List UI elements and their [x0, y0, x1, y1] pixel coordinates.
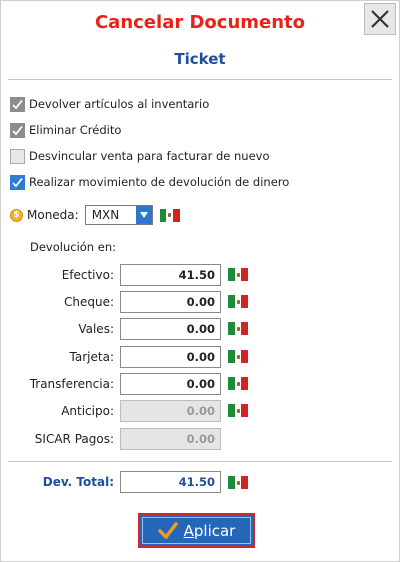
sicar-payments-input: 0.00 — [120, 428, 221, 450]
check-input[interactable]: 0.00 — [120, 291, 221, 313]
checkbox-unlink-sale[interactable] — [10, 148, 25, 164]
transfer-input[interactable]: 0.00 — [120, 373, 221, 395]
mexico-flag-icon — [228, 377, 248, 390]
checkbox-delete-credit[interactable] — [10, 122, 25, 138]
close-button[interactable] — [364, 3, 396, 35]
cash-input[interactable]: 41.50 — [120, 264, 221, 286]
checkmark-icon — [12, 125, 23, 135]
advance-label: Anticipo: — [61, 404, 114, 418]
vouchers-input[interactable]: 0.00 — [120, 318, 221, 340]
card-label: Tarjeta: — [69, 350, 114, 364]
document-type: Ticket — [174, 50, 226, 68]
total-divider — [8, 461, 392, 462]
currency-row: $ Moneda: MXN — [10, 205, 180, 225]
sicar-payments-label: SICAR Pagos: — [34, 432, 114, 446]
checkmark-icon — [12, 177, 23, 187]
close-icon — [371, 10, 389, 28]
advance-input: 0.00 — [120, 400, 221, 422]
vouchers-label: Vales: — [78, 322, 114, 336]
apply-accesskey: A — [183, 521, 194, 540]
mexico-flag-icon — [159, 208, 180, 222]
option-label: Eliminar Crédito — [29, 123, 122, 137]
cash-label: Efectivo: — [61, 268, 114, 282]
checkbox-refund-movement[interactable] — [10, 174, 25, 190]
check-label: Cheque: — [63, 295, 114, 309]
mexico-flag-icon — [228, 350, 248, 363]
mexico-flag-icon — [228, 322, 248, 335]
option-label: Realizar movimiento de devolución de din… — [29, 175, 290, 189]
mexico-flag-icon — [228, 404, 248, 417]
total-label: Dev. Total: — [42, 475, 114, 489]
card-input[interactable]: 0.00 — [120, 346, 221, 368]
option-delete-credit[interactable]: Eliminar Crédito — [10, 121, 121, 139]
dialog-title: Cancelar Documento — [94, 12, 306, 33]
apply-label-rest: plicar — [193, 521, 236, 540]
mexico-flag-icon — [228, 476, 248, 489]
checkmark-icon — [12, 99, 23, 109]
apply-label: Aplicar — [184, 522, 236, 540]
header-divider — [8, 79, 392, 80]
checkbox-return-inventory[interactable] — [10, 96, 25, 112]
coin-icon: $ — [10, 208, 23, 222]
currency-value: MXN — [91, 208, 120, 222]
refund-section-label: Devolución en: — [30, 240, 116, 254]
option-return-inventory[interactable]: Devolver artículos al inventario — [10, 95, 209, 113]
mexico-flag-icon — [228, 268, 248, 281]
currency-select[interactable]: MXN — [84, 205, 153, 225]
checkmark-icon — [157, 521, 178, 539]
option-unlink-sale[interactable]: Desvincular venta para facturar de nuevo — [10, 147, 270, 165]
option-label: Desvincular venta para facturar de nuevo — [29, 149, 270, 163]
option-label: Devolver artículos al inventario — [29, 97, 210, 111]
chevron-down-icon[interactable] — [135, 206, 152, 224]
option-refund-movement[interactable]: Realizar movimiento de devolución de din… — [10, 173, 289, 191]
total-value: 41.50 — [120, 471, 221, 493]
mexico-flag-icon — [228, 295, 248, 308]
currency-label: Moneda: — [27, 208, 79, 222]
transfer-label: Transferencia: — [29, 377, 114, 391]
apply-button[interactable]: Aplicar — [138, 513, 255, 548]
